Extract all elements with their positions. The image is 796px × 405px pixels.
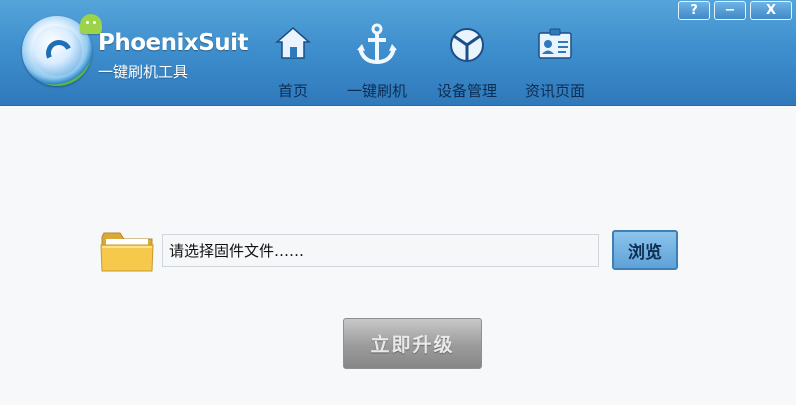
nav-item-home[interactable]: 首页 [250, 0, 336, 106]
folder-icon [100, 232, 154, 272]
anchor-icon [357, 23, 397, 65]
upgrade-button[interactable]: 立即升级 [343, 318, 482, 369]
logo-swoosh [42, 36, 76, 70]
nav-label-device: 设备管理 [436, 82, 497, 100]
logo-inner [32, 26, 82, 76]
nav-label-flash: 一键刷机 [346, 82, 407, 100]
badge-icon [538, 28, 572, 59]
brand-name: PhoenixSuit [98, 30, 249, 56]
window-controls: ? − X [678, 1, 792, 20]
nav-label-news: 资讯页面 [524, 82, 585, 100]
close-button[interactable]: X [750, 1, 792, 20]
nav-item-flash[interactable]: 一键刷机 [334, 0, 420, 106]
nav-item-device[interactable]: 设备管理 [424, 0, 510, 106]
device-icon [450, 28, 484, 62]
firmware-file-input[interactable] [162, 234, 599, 267]
brand-subtitle: 一键刷机工具 [98, 63, 189, 81]
nav-item-news[interactable]: 资讯页面 [512, 0, 598, 106]
minimize-button[interactable]: − [714, 1, 746, 20]
app-header: PhoenixSuit 一键刷机工具 首页 一键刷机 设备管理 资讯页面 ? −… [0, 0, 796, 106]
home-icon [275, 27, 311, 59]
nav-label-home: 首页 [277, 82, 308, 100]
browse-button[interactable]: 浏览 [612, 230, 678, 270]
help-button[interactable]: ? [678, 1, 710, 20]
